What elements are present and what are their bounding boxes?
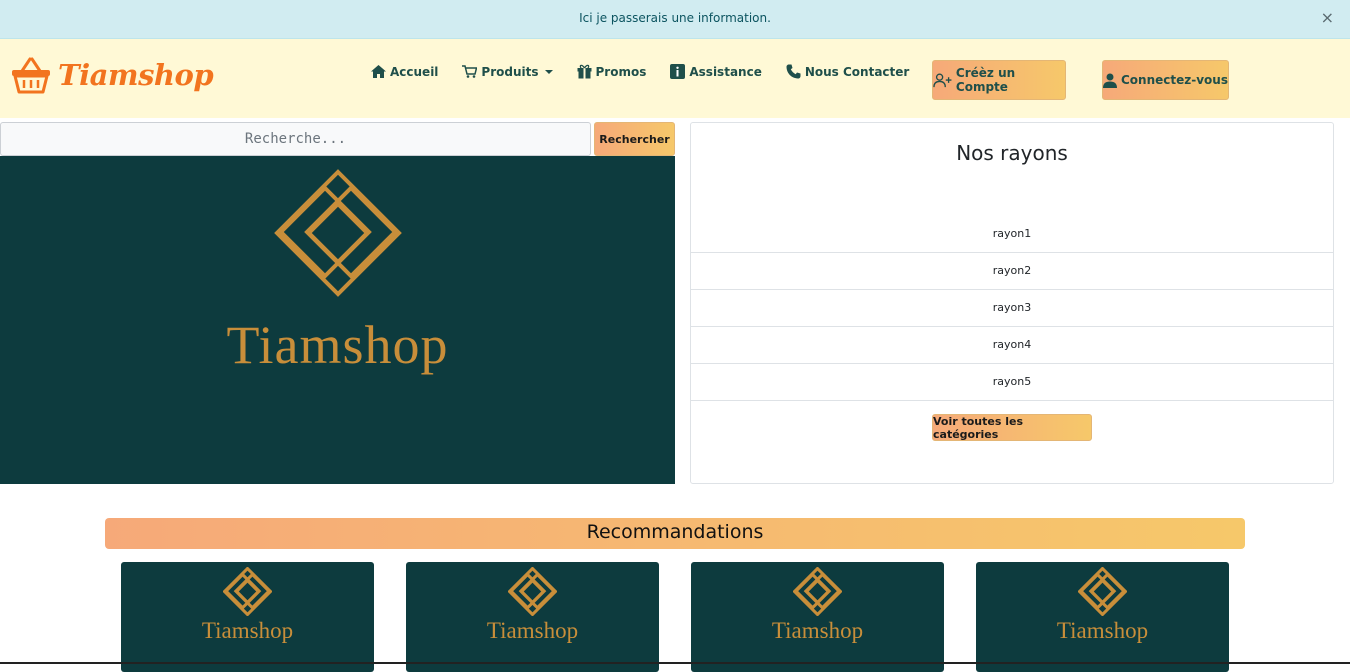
close-icon[interactable]: × (1321, 0, 1334, 36)
info-icon (670, 64, 686, 79)
nav-item-contact[interactable]: Nous Contacter (786, 64, 909, 79)
hero-logo-text: Tiamshop (226, 315, 449, 375)
search-input[interactable]: Recherche... (0, 122, 591, 156)
alert-message: Ici je passerais une information. (579, 11, 771, 25)
list-item[interactable]: rayon5 (691, 364, 1333, 401)
card-logo-text: Tiamshop (771, 618, 864, 643)
product-card[interactable]: Tiamshop (406, 562, 659, 672)
chevron-down-icon (544, 69, 553, 74)
rayon-list: rayon1 rayon2 rayon3 rayon4 rayon5 (691, 216, 1333, 401)
nav-item-produits[interactable]: Produits (462, 64, 553, 79)
card-logo-text: Tiamshop (486, 618, 579, 643)
diamond-logo-icon (223, 567, 272, 616)
user-plus-icon (933, 73, 952, 87)
gift-icon (577, 64, 592, 79)
search-button[interactable]: Rechercher (594, 122, 675, 156)
phone-icon (786, 64, 801, 79)
recommendations-header: Recommandations (105, 518, 1245, 549)
card-logo-text: Tiamshop (201, 618, 294, 643)
nav-item-label: Assistance (689, 64, 762, 79)
create-account-button[interactable]: Créèz un Compte (932, 60, 1066, 100)
rayons-panel: Nos rayons rayon1 rayon2 rayon3 rayon4 r… (690, 122, 1334, 484)
list-item[interactable]: rayon4 (691, 327, 1333, 364)
product-card[interactable]: Tiamshop (691, 562, 944, 672)
basket-icon (12, 57, 50, 94)
login-label: Connectez-vous (1121, 73, 1228, 87)
nav-item-assistance[interactable]: Assistance (670, 64, 762, 79)
hero-banner: Tiamshop (0, 156, 675, 484)
user-icon (1103, 73, 1117, 88)
nav-item-label: Produits (481, 64, 539, 79)
diamond-logo-icon (508, 567, 557, 616)
nav-item-label: Nous Contacter (804, 64, 910, 79)
diamond-logo-icon (793, 567, 842, 616)
navbar: Tiamshop Accueil Produits Promos Assista… (0, 39, 1350, 118)
diamond-logo-icon (1078, 567, 1127, 616)
product-card[interactable]: Tiamshop (976, 562, 1229, 672)
info-alert: Ici je passerais une information. × (0, 0, 1350, 39)
create-account-label: Créèz un Compte (955, 66, 1016, 94)
card-logo-text: Tiamshop (1056, 618, 1149, 643)
see-all-categories-button[interactable]: Voir toutes les catégories (932, 414, 1092, 441)
list-item[interactable]: rayon3 (691, 290, 1333, 327)
panel-title: Nos rayons (956, 141, 1068, 165)
login-button[interactable]: Connectez-vous (1102, 60, 1229, 100)
main-nav: Accueil Produits Promos Assistance Nous … (371, 64, 933, 79)
nav-item-label: Accueil (390, 64, 439, 79)
product-card[interactable]: Tiamshop (121, 562, 374, 672)
brand-logo[interactable]: Tiamshop (10, 55, 214, 95)
cart-icon (462, 65, 478, 78)
brand-name: Tiamshop (58, 58, 214, 92)
diamond-logo-icon (274, 169, 402, 297)
nav-item-promos[interactable]: Promos (577, 64, 647, 79)
nav-item-accueil[interactable]: Accueil (371, 65, 438, 79)
list-item[interactable]: rayon2 (691, 253, 1333, 290)
nav-item-label: Promos (595, 64, 647, 79)
list-item[interactable]: rayon1 (691, 216, 1333, 253)
home-icon (371, 65, 386, 78)
